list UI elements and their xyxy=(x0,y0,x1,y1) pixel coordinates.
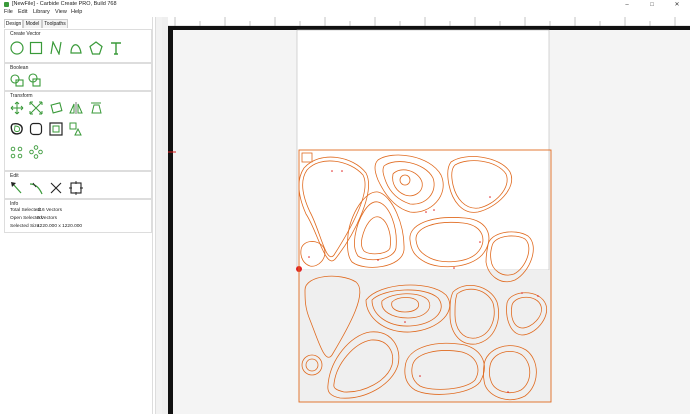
tab-toolpaths[interactable]: Toolpaths xyxy=(42,19,68,28)
move-icon[interactable] xyxy=(10,101,24,115)
circle-icon[interactable] xyxy=(10,41,24,55)
menu-library[interactable]: Library xyxy=(33,9,50,15)
section-title: Info xyxy=(10,201,19,207)
align-icon[interactable] xyxy=(89,101,103,115)
cut-icon[interactable] xyxy=(49,181,63,195)
title-bar: [NewFile] - Carbide Create PRO, Build 76… xyxy=(0,0,690,9)
app-logo-icon xyxy=(4,2,9,7)
text-icon[interactable] xyxy=(109,41,123,55)
close-icon[interactable]: ✕ xyxy=(668,0,686,9)
menu-help[interactable]: Help xyxy=(71,9,82,15)
section-title: Transform xyxy=(10,93,33,99)
panel-scrollbar[interactable] xyxy=(162,17,168,414)
minimize-icon[interactable]: – xyxy=(618,0,636,9)
tab-design[interactable]: Design xyxy=(4,19,23,28)
menu-edit[interactable]: Edit xyxy=(18,9,27,15)
rotate-icon[interactable] xyxy=(49,101,63,115)
menu-bar: File Edit Library View Help xyxy=(0,9,690,17)
curve-icon[interactable] xyxy=(69,41,83,55)
nest-icon[interactable] xyxy=(69,122,83,136)
inset-icon[interactable] xyxy=(49,122,63,136)
polygon-icon[interactable] xyxy=(89,41,103,55)
offset-icon[interactable] xyxy=(10,122,24,136)
design-panel: Design Model Toolpaths Create Vector Boo… xyxy=(0,17,153,414)
design-canvas[interactable] xyxy=(168,17,690,414)
boolean-section: Boolean xyxy=(4,63,152,91)
transform-section: Transform xyxy=(4,91,152,171)
trim-icon[interactable] xyxy=(29,181,43,195)
rectangle-icon[interactable] xyxy=(29,41,43,55)
maximize-icon[interactable]: □ xyxy=(643,0,661,9)
circular-array-icon[interactable] xyxy=(29,145,43,159)
polyline-icon[interactable] xyxy=(49,41,63,55)
selected-size-value: 1220.000 x 1220.000 xyxy=(37,224,83,229)
section-title: Boolean xyxy=(10,65,29,71)
total-selected-value: 116 Vectors xyxy=(37,208,62,213)
array-icon[interactable] xyxy=(10,145,24,159)
bounding-icon[interactable] xyxy=(69,181,83,195)
fillet-icon[interactable] xyxy=(29,122,43,136)
edit-section: Edit xyxy=(4,171,152,199)
mirror-icon[interactable] xyxy=(69,101,83,115)
union-icon[interactable] xyxy=(10,73,24,87)
scale-icon[interactable] xyxy=(29,101,43,115)
node-edit-icon[interactable] xyxy=(10,181,24,195)
create-vector-section: Create Vector xyxy=(4,29,152,63)
info-section: Info Total Selected: 116 Vectors Open Se… xyxy=(4,199,152,233)
tab-model[interactable]: Model xyxy=(23,19,42,28)
window-title: [NewFile] - Carbide Create PRO, Build 76… xyxy=(12,1,117,7)
section-title: Create Vector xyxy=(10,31,41,37)
menu-file[interactable]: File xyxy=(4,9,13,15)
join-icon[interactable] xyxy=(27,73,41,87)
section-title: Edit xyxy=(10,173,19,179)
menu-view[interactable]: View xyxy=(55,9,67,15)
open-selected-value: 0 Vectors xyxy=(37,216,57,221)
